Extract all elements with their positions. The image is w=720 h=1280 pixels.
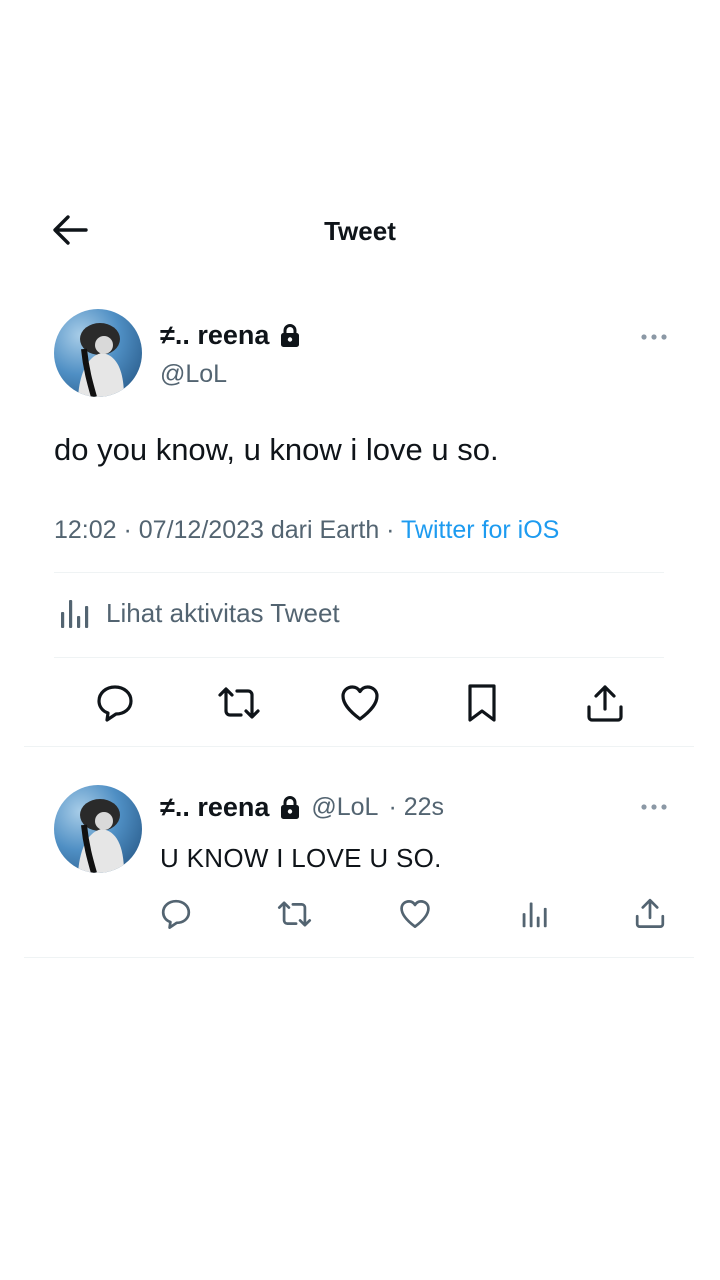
- lock-icon: [281, 323, 300, 347]
- retweet-icon: [218, 687, 260, 719]
- like-button[interactable]: [340, 684, 380, 722]
- reply-button[interactable]: [95, 683, 135, 723]
- reply-header[interactable]: ≠.. reena @LoL · 22s: [160, 792, 444, 823]
- avatar[interactable]: [54, 309, 142, 397]
- divider: [24, 746, 694, 747]
- tweet-text: do you know, u know i love u so.: [54, 432, 499, 467]
- reply-icon: [97, 685, 133, 722]
- more-options-button[interactable]: [640, 330, 668, 344]
- display-name-row[interactable]: ≠.. reena: [160, 320, 301, 351]
- bookmark-icon: [468, 684, 496, 722]
- retweet-icon: [277, 901, 312, 927]
- reply-icon: [161, 899, 191, 929]
- avatar[interactable]: [54, 785, 142, 873]
- timestamp: 12:02 · 07/12/2023 dari Earth: [54, 516, 380, 544]
- source-link[interactable]: Twitter for iOS: [401, 516, 559, 544]
- more-horizontal-icon: [641, 334, 667, 340]
- handle[interactable]: @LoL: [160, 360, 227, 389]
- analytics-icon: [61, 600, 89, 628]
- view-activity-button[interactable]: Lihat aktivitas Tweet: [58, 596, 340, 630]
- more-horizontal-icon: [641, 804, 667, 810]
- handle: @LoL: [311, 793, 379, 821]
- tweet-text: U KNOW I LOVE U SO.: [160, 843, 442, 873]
- page-title: Tweet: [324, 216, 396, 246]
- relative-time: · 22s: [388, 793, 445, 821]
- like-icon: [341, 685, 379, 721]
- activity-label: Lihat aktivitas Tweet: [106, 597, 340, 628]
- display-name: ≠.. reena: [160, 320, 270, 350]
- share-button[interactable]: [634, 897, 666, 929]
- divider: [54, 572, 664, 573]
- reply-button[interactable]: [160, 898, 192, 930]
- share-icon: [635, 898, 665, 928]
- display-name: ≠.. reena: [160, 792, 270, 822]
- divider: [54, 657, 664, 658]
- retweet-button[interactable]: [276, 898, 313, 930]
- bookmark-button[interactable]: [465, 683, 499, 723]
- like-icon: [400, 900, 430, 928]
- tweet-meta: 12:02 · 07/12/2023 dari Earth · Twitter …: [54, 516, 559, 545]
- analytics-button[interactable]: [520, 899, 550, 929]
- more-options-button[interactable]: [640, 800, 668, 814]
- lock-icon: [281, 795, 300, 819]
- share-icon: [587, 685, 623, 722]
- like-button[interactable]: [399, 899, 431, 929]
- retweet-button[interactable]: [216, 683, 262, 723]
- meta-separator: ·: [379, 516, 401, 544]
- share-button[interactable]: [585, 683, 625, 723]
- analytics-icon: [522, 902, 547, 928]
- divider: [24, 957, 694, 958]
